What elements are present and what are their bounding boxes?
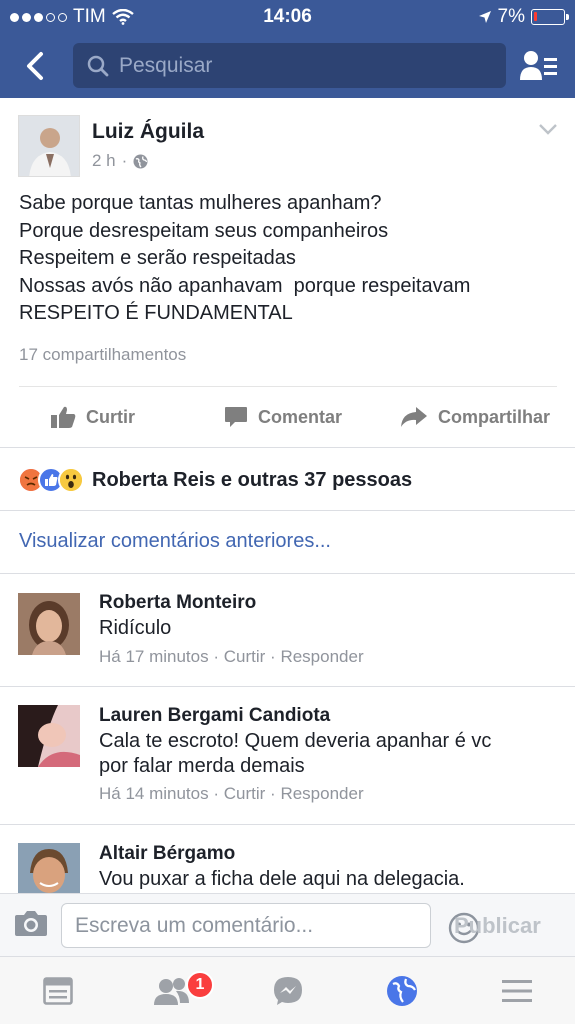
messenger-icon	[274, 977, 302, 1005]
share-arrow-icon	[401, 407, 427, 427]
post-text-line: Porque desrespeitam seus companheiros	[19, 219, 389, 242]
search-placeholder: Pesquisar	[119, 53, 213, 77]
status-right: 7%	[478, 6, 569, 28]
search-icon	[87, 55, 109, 76]
meta-separator-dot: ·	[213, 784, 224, 803]
comment-item: Roberta Monteiro Ridículo Há 17 minutos …	[0, 574, 575, 686]
thumbs-up-icon	[51, 406, 76, 428]
meta-separator-dot: ·	[270, 784, 281, 803]
chevron-down-icon	[539, 124, 557, 135]
post-meta: 2 h ·	[92, 151, 148, 171]
battery-percent: 7%	[497, 6, 525, 27]
comment-reply-link[interactable]: Responder	[280, 784, 363, 803]
globe-icon	[133, 154, 148, 168]
comment-composer: Escreva um comentário... Publicar	[0, 893, 575, 956]
comment-item: Altair Bérgamo Vou puxar a ficha dele aq…	[0, 825, 575, 893]
reactions-text: Roberta Reis e outras 37 pessoas	[92, 468, 413, 491]
comment-time: Há 14 minutos	[99, 784, 209, 803]
comment-time: Há 17 minutos	[99, 647, 209, 666]
back-button[interactable]	[18, 46, 52, 86]
globe-notifications-icon	[387, 976, 417, 1006]
comment-text-line: Cala te escroto! Quem deveria apanhar é …	[99, 730, 492, 752]
divider	[19, 386, 557, 387]
post-text: Sabe porque tantas mulheres apanham? Por…	[19, 190, 559, 328]
comment-reply-link[interactable]: Responder	[280, 647, 363, 666]
search-input[interactable]: Pesquisar	[73, 43, 506, 88]
news-feed-icon	[43, 977, 73, 1005]
divider	[0, 447, 575, 448]
comment-meta: Há 14 minutos · Curtir · Responder	[99, 784, 364, 804]
author-name[interactable]: Luiz Águila	[92, 120, 204, 144]
commenter-name[interactable]: Lauren Bergami Candiota	[99, 705, 330, 727]
location-arrow-icon	[478, 11, 491, 23]
post-text-line: Respeitem e serão respeitadas	[19, 247, 296, 269]
divider	[0, 510, 575, 511]
tab-friend-requests[interactable]	[152, 971, 192, 1011]
commenter-avatar[interactable]	[18, 843, 80, 893]
commenter-name[interactable]: Roberta Monteiro	[99, 592, 256, 614]
tab-messenger[interactable]	[268, 971, 308, 1011]
post-text-line: Sabe porque tantas mulheres apanham?	[19, 192, 382, 214]
commenter-avatar[interactable]	[18, 705, 80, 767]
commenter-avatar[interactable]	[18, 593, 80, 655]
comment-like-link[interactable]: Curtir	[224, 784, 266, 803]
share-button[interactable]: Compartilhar	[400, 396, 550, 438]
friend-list-button[interactable]	[518, 46, 560, 84]
camera-icon	[15, 911, 47, 936]
tab-news-feed[interactable]	[38, 971, 78, 1011]
bottom-tab-bar: 1	[0, 956, 575, 1024]
tab-notifications[interactable]	[382, 971, 422, 1011]
comment-label: Comentar	[258, 406, 343, 427]
status-bar: TIM 14:06 7%	[0, 0, 575, 34]
wow-reaction-icon	[58, 467, 84, 493]
comment-button[interactable]: Comentar	[224, 396, 342, 438]
top-header: TIM 14:06 7% Pesquisar	[0, 0, 575, 98]
post-time: 2 h	[92, 151, 116, 170]
reactions-summary[interactable]: Roberta Reis e outras 37 pessoas	[18, 466, 412, 494]
post-options-button[interactable]	[538, 122, 558, 140]
comment-item: Lauren Bergami Candiota Cala te escroto!…	[0, 687, 575, 824]
comment-input-placeholder: Escreva um comentário...	[75, 913, 314, 937]
comment-bubble-icon	[225, 407, 247, 427]
like-label: Curtir	[86, 406, 135, 427]
battery-icon	[531, 9, 569, 25]
comment-text-line: por falar merda demais	[99, 755, 305, 777]
post-actions: Curtir Comentar Compartilhar	[0, 396, 575, 438]
tab-more-menu[interactable]	[497, 971, 537, 1011]
comment-text: Vou puxar a ficha dele aqui na delegacia…	[99, 868, 465, 890]
comment-text: Cala te escroto! Quem deveria apanhar é …	[99, 729, 549, 779]
post-text-line: RESPEITO É FUNDAMENTAL	[19, 302, 293, 324]
comment-like-link[interactable]: Curtir	[224, 647, 266, 666]
share-count[interactable]: 17 compartilhamentos	[19, 345, 186, 365]
publish-button[interactable]: Publicar	[454, 913, 541, 939]
back-chevron-icon	[27, 52, 43, 80]
friend-requests-icon	[154, 978, 189, 1005]
author-avatar[interactable]	[18, 115, 80, 177]
share-label: Compartilhar	[438, 406, 551, 427]
meta-separator-dot: ·	[121, 151, 128, 170]
meta-separator-dot: ·	[270, 647, 281, 666]
view-previous-comments-link[interactable]: Visualizar comentários anteriores...	[19, 530, 331, 553]
post-text-line: Nossas avós não apanhavam porque respeit…	[19, 274, 471, 297]
friend-requests-badge: 1	[186, 971, 214, 999]
hamburger-menu-icon	[502, 980, 532, 1002]
comment-meta: Há 17 minutos · Curtir · Responder	[99, 647, 364, 667]
comment-input[interactable]: Escreva um comentário...	[61, 903, 480, 948]
commenter-name[interactable]: Altair Bérgamo	[99, 843, 235, 865]
friend-list-icon	[520, 51, 557, 80]
comment-text: Ridículo	[99, 617, 172, 639]
like-button[interactable]: Curtir	[50, 396, 135, 438]
camera-button[interactable]	[14, 909, 48, 939]
meta-separator-dot: ·	[213, 647, 224, 666]
